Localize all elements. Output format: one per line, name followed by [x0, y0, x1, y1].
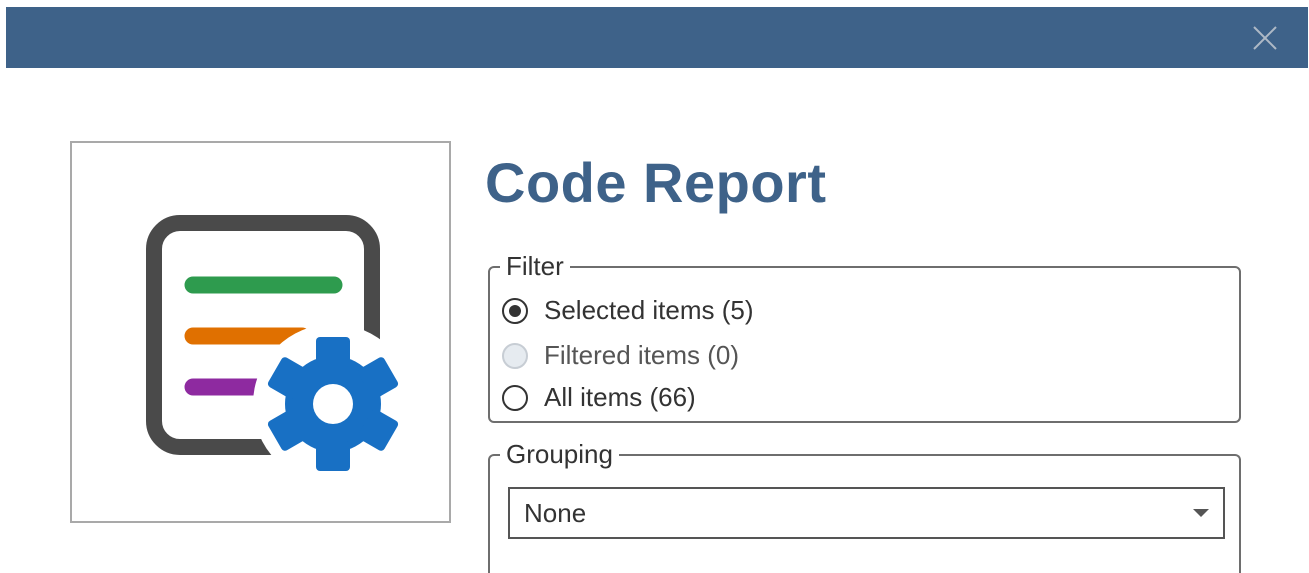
page-title: Code Report: [485, 151, 827, 214]
radio-selected-items-label: Selected items (5): [544, 295, 754, 325]
radio-all-items[interactable]: All items (66): [502, 382, 696, 413]
radio-all-items-label: All items (66): [544, 382, 696, 412]
radio-filtered-items[interactable]: Filtered items (0): [502, 340, 739, 371]
report-logo-frame: [70, 141, 451, 523]
radio-all-items-circle[interactable]: [502, 384, 528, 411]
grouping-legend: Grouping: [500, 439, 619, 469]
close-icon: [1253, 26, 1277, 50]
radio-filtered-items-label: Filtered items (0): [544, 340, 740, 370]
close-button[interactable]: [1246, 19, 1284, 57]
grouping-group: Grouping None: [488, 439, 1241, 573]
code-report-dialog: Code Report Filter Selected items (5) Fi…: [0, 0, 1309, 573]
radio-selected-items[interactable]: Selected items (5): [502, 295, 754, 326]
grouping-select-value: None: [524, 498, 587, 528]
title-bar: [6, 7, 1308, 68]
radio-filtered-items-circle[interactable]: [502, 342, 528, 369]
radio-selected-items-circle[interactable]: [502, 297, 528, 324]
grouping-select[interactable]: None: [508, 487, 1225, 539]
chevron-down-icon: [1193, 509, 1209, 517]
radio-selected-dot: [509, 304, 521, 317]
report-settings-icon: [146, 215, 413, 484]
filter-group: Filter Selected items (5) Filtered items…: [488, 251, 1241, 423]
filter-legend: Filter: [500, 251, 570, 281]
